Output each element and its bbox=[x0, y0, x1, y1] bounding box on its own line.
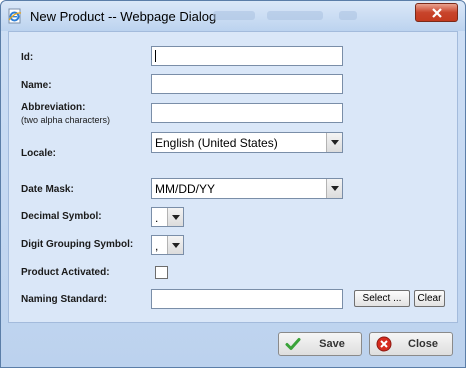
close-button[interactable]: Close bbox=[369, 332, 453, 356]
date-mask-select[interactable]: MM/DD/YY bbox=[151, 178, 343, 199]
naming-standard-input[interactable] bbox=[151, 289, 343, 309]
abbreviation-hint: (two alpha characters) bbox=[21, 115, 111, 125]
decimal-symbol-dropdown-button[interactable] bbox=[167, 208, 183, 226]
select-button[interactable]: Select ... bbox=[354, 290, 410, 307]
title-blur bbox=[213, 11, 255, 20]
digit-grouping-dropdown-button[interactable] bbox=[167, 236, 183, 254]
digit-grouping-select[interactable]: , bbox=[151, 235, 184, 255]
save-label: Save bbox=[319, 338, 345, 350]
save-button[interactable]: Save bbox=[278, 332, 362, 356]
date-mask-dropdown-button[interactable] bbox=[326, 179, 342, 198]
locale-select[interactable]: English (United States) bbox=[151, 132, 343, 153]
chevron-down-icon bbox=[331, 140, 339, 145]
locale-label: Locale: bbox=[21, 148, 57, 159]
decimal-symbol-value: . bbox=[155, 211, 159, 225]
naming-standard-label: Naming Standard: bbox=[21, 294, 108, 305]
name-label: Name: bbox=[21, 80, 52, 91]
date-mask-value: MM/DD/YY bbox=[155, 182, 215, 196]
chevron-down-icon bbox=[172, 215, 180, 220]
locale-value: English (United States) bbox=[155, 136, 278, 150]
locale-dropdown-button[interactable] bbox=[326, 133, 342, 152]
ie-page-icon bbox=[7, 8, 23, 24]
product-activated-label: Product Activated: bbox=[21, 267, 110, 278]
abbreviation-input[interactable] bbox=[151, 103, 343, 123]
digit-grouping-value: , bbox=[155, 239, 159, 253]
abbreviation-label: Abbreviation: bbox=[21, 102, 86, 113]
name-input[interactable] bbox=[151, 74, 343, 94]
date-mask-label: Date Mask: bbox=[21, 184, 74, 195]
clear-button[interactable]: Clear bbox=[414, 290, 445, 307]
digit-grouping-label: Digit Grouping Symbol: bbox=[21, 239, 134, 250]
title-blur bbox=[267, 11, 323, 20]
product-activated-checkbox[interactable] bbox=[155, 266, 168, 279]
decimal-symbol-select[interactable]: . bbox=[151, 207, 184, 227]
close-label: Close bbox=[408, 338, 438, 350]
id-label: Id: bbox=[21, 52, 34, 63]
chevron-down-icon bbox=[331, 186, 339, 191]
window-title: New Product -- Webpage Dialog bbox=[30, 9, 217, 24]
title-blur bbox=[339, 11, 357, 20]
text-caret bbox=[155, 50, 156, 62]
id-input[interactable] bbox=[151, 46, 343, 66]
chevron-down-icon bbox=[172, 243, 180, 248]
title-bar[interactable]: New Product -- Webpage Dialog bbox=[1, 1, 465, 31]
decimal-symbol-label: Decimal Symbol: bbox=[21, 211, 102, 222]
window-close-button[interactable] bbox=[415, 3, 458, 22]
dialog-window: New Product -- Webpage Dialog Id: Name: … bbox=[0, 0, 466, 368]
